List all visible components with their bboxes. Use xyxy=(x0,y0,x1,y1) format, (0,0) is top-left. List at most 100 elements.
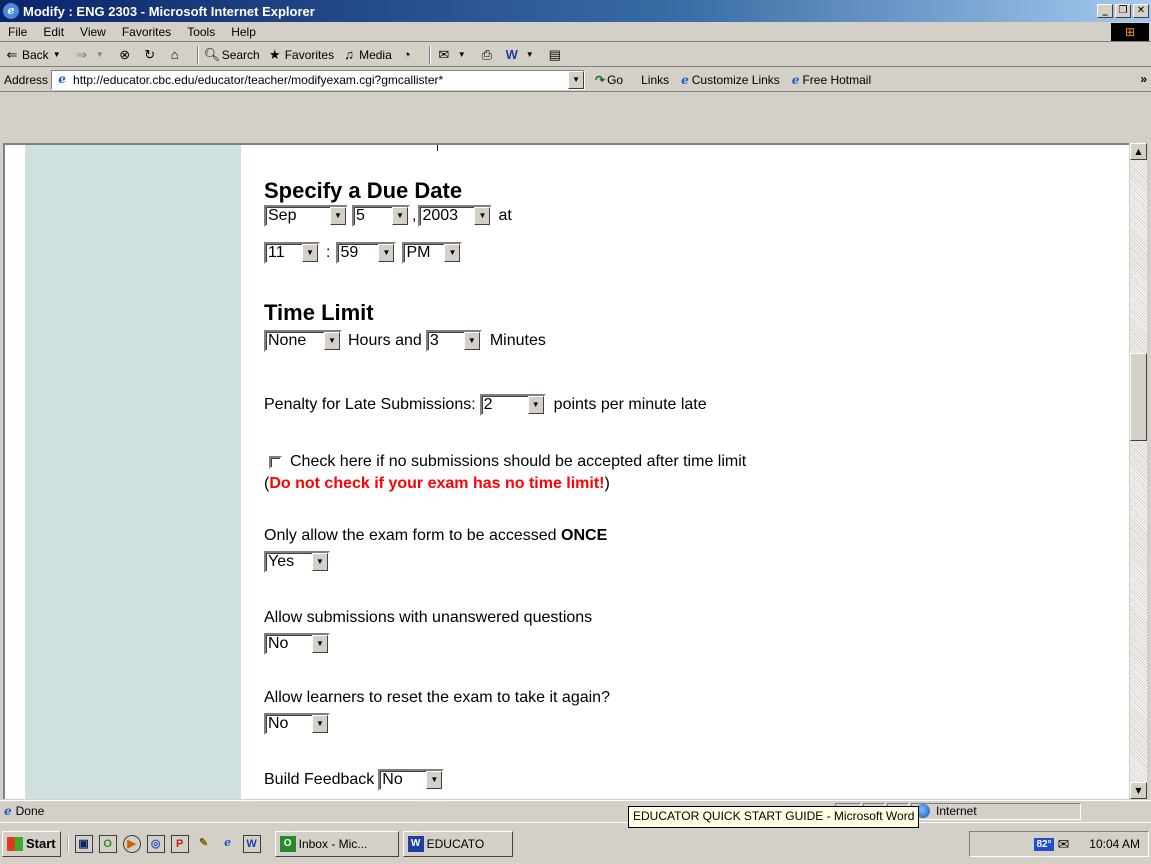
discuss-button[interactable]: ▤ xyxy=(547,47,565,63)
address-input[interactable]: e http://educator.cbc.edu/educator/teach… xyxy=(51,69,586,90)
due-date-heading: Specify a Due Date xyxy=(264,178,463,203)
task-educator-label: EDUCATO xyxy=(426,836,485,851)
penalty-suffix: points per minute late xyxy=(553,396,707,413)
toolbar-separator xyxy=(196,45,199,64)
search-app-icon[interactable]: ◎ xyxy=(146,834,165,853)
mail-button[interactable]: ✉ ▼ xyxy=(436,47,472,63)
menu-help[interactable]: Help xyxy=(223,25,264,39)
window-title: Modify : ENG 2303 - Microsoft Internet E… xyxy=(23,3,315,19)
scroll-thumb[interactable] xyxy=(1130,353,1147,441)
ie-icon[interactable]: e xyxy=(219,835,237,853)
close-button[interactable]: ✕ xyxy=(1133,4,1149,18)
ampm-select[interactable]: PM ▼ xyxy=(402,242,463,264)
paint-icon[interactable]: ✎ xyxy=(195,835,213,853)
edit-button[interactable]: W ▼ xyxy=(504,47,540,63)
address-bar: Address e http://educator.cbc.edu/educat… xyxy=(0,68,1151,92)
go-button[interactable]: ↷ Go xyxy=(595,73,623,87)
feedback-value: No xyxy=(382,771,403,788)
zone-label: Internet xyxy=(936,804,977,818)
history-icon: ◔ xyxy=(402,46,411,62)
penalty-select[interactable]: 2 ▼ xyxy=(479,394,546,416)
start-label: Start xyxy=(26,836,56,851)
reset-select[interactable]: No ▼ xyxy=(264,713,330,735)
unanswered-select[interactable]: No ▼ xyxy=(264,633,330,655)
chevron-down-icon: ▼ xyxy=(378,244,395,262)
hours-select[interactable]: None ▼ xyxy=(264,330,342,352)
print-button[interactable]: ⎙ xyxy=(479,47,497,63)
security-zone: Internet xyxy=(911,802,1081,820)
toolbar-separator xyxy=(428,45,431,64)
minutes-select[interactable]: 3 ▼ xyxy=(425,330,482,352)
task-inbox[interactable]: O Inbox - Mic... xyxy=(274,830,399,857)
system-tray: 82° ✉ 10:04 AM xyxy=(969,831,1149,857)
favorites-button[interactable]: ★ Favorites xyxy=(267,47,334,63)
powerpoint-icon[interactable]: P xyxy=(170,834,189,853)
forward-button[interactable]: ⇒ ▼ xyxy=(74,47,110,63)
address-url[interactable]: http://educator.cbc.edu/educator/teacher… xyxy=(73,73,568,87)
unanswered-label-row: Allow submissions with unanswered questi… xyxy=(264,609,592,627)
unanswered-select-row: No ▼ xyxy=(264,633,330,655)
menu-tools[interactable]: Tools xyxy=(179,25,223,39)
minimize-button[interactable]: _ xyxy=(1097,4,1113,18)
customize-links-link[interactable]: e Customize Links xyxy=(681,73,780,87)
unanswered-value: No xyxy=(268,635,289,652)
free-hotmail-link[interactable]: e Free Hotmail xyxy=(792,73,871,87)
menu-view[interactable]: View xyxy=(72,25,114,39)
time-limit-heading: Time Limit xyxy=(264,300,374,325)
reset-select-row: No ▼ xyxy=(264,713,330,735)
free-hotmail-label: Free Hotmail xyxy=(802,72,872,87)
media-player-icon[interactable]: ▶ xyxy=(122,834,141,853)
menu-favorites[interactable]: Favorites xyxy=(114,25,179,39)
chevron-down-icon: ▼ xyxy=(525,49,534,59)
ie-logo-icon: e xyxy=(3,3,19,19)
hour-select[interactable]: 11 ▼ xyxy=(264,242,320,264)
menu-file[interactable]: File xyxy=(0,25,35,39)
month-select[interactable]: Sep ▼ xyxy=(264,205,348,227)
page-icon: e xyxy=(58,71,66,86)
once-select[interactable]: Yes ▼ xyxy=(264,551,330,573)
back-button[interactable]: ⇐ Back ▼ xyxy=(4,47,67,63)
stop-button[interactable]: ⊗ xyxy=(117,47,135,63)
task-inbox-label: Inbox - Mic... xyxy=(298,836,368,851)
more-links-chevron-icon[interactable]: » xyxy=(1140,72,1147,86)
links-label[interactable]: Links xyxy=(641,73,669,87)
refresh-button[interactable]: ↻ xyxy=(142,47,160,63)
vertical-scrollbar[interactable]: ▲ ▼ xyxy=(1130,143,1147,799)
feedback-label: Build Feedback xyxy=(264,771,375,788)
media-button[interactable]: ♫ Media xyxy=(341,47,392,63)
windows-logo-icon: ⊞ xyxy=(1111,23,1149,41)
minutes-label: Minutes xyxy=(489,332,546,349)
chevron-down-icon: ▼ xyxy=(312,553,328,571)
history-button[interactable]: ◔ xyxy=(399,47,417,63)
status-bar: e Done Internet xyxy=(0,800,1151,821)
minute-select[interactable]: 59 ▼ xyxy=(336,242,397,264)
day-select[interactable]: 5 ▼ xyxy=(352,205,410,227)
minute-value: 59 xyxy=(340,244,359,261)
outlook-icon[interactable]: O xyxy=(98,834,117,853)
document-icon: ▤ xyxy=(548,46,561,62)
no-late-submissions-checkbox[interactable] xyxy=(269,455,282,469)
maximize-button[interactable]: ❐ xyxy=(1115,4,1131,18)
scroll-down-button[interactable]: ▼ xyxy=(1130,782,1147,799)
due-time-row: 11 ▼ : 59 ▼ PM ▼ xyxy=(264,242,463,264)
desktop-icon[interactable]: ▣ xyxy=(74,834,93,853)
scroll-up-button[interactable]: ▲ xyxy=(1130,143,1147,160)
weather-badge[interactable]: 82° xyxy=(1034,837,1054,851)
clock: 10:04 AM xyxy=(1089,837,1140,851)
reset-label-row: Allow learners to reset the exam to take… xyxy=(264,689,610,707)
mail-icon[interactable]: ✉ xyxy=(1058,836,1070,853)
back-label: Back xyxy=(22,47,49,62)
title-bar[interactable]: e Modify : ENG 2303 - Microsoft Internet… xyxy=(0,0,1151,22)
windows-flag-icon xyxy=(7,836,23,851)
feedback-select[interactable]: No ▼ xyxy=(378,769,445,791)
start-button[interactable]: Start xyxy=(2,830,61,857)
word-icon[interactable]: W xyxy=(242,834,261,853)
address-dropdown-button[interactable]: ▼ xyxy=(568,70,585,89)
search-button[interactable]: 🔍︎ Search xyxy=(204,47,260,63)
year-select[interactable]: 2003 ▼ xyxy=(418,205,493,227)
day-value: 5 xyxy=(356,207,365,224)
content-area: Specify a Due Date Sep ▼ 5 ▼ , 2003 ▼ at… xyxy=(0,143,1151,799)
home-button[interactable]: ⌂ xyxy=(167,47,185,63)
task-educator-word[interactable]: W EDUCATO xyxy=(402,830,513,857)
menu-edit[interactable]: Edit xyxy=(35,25,72,39)
